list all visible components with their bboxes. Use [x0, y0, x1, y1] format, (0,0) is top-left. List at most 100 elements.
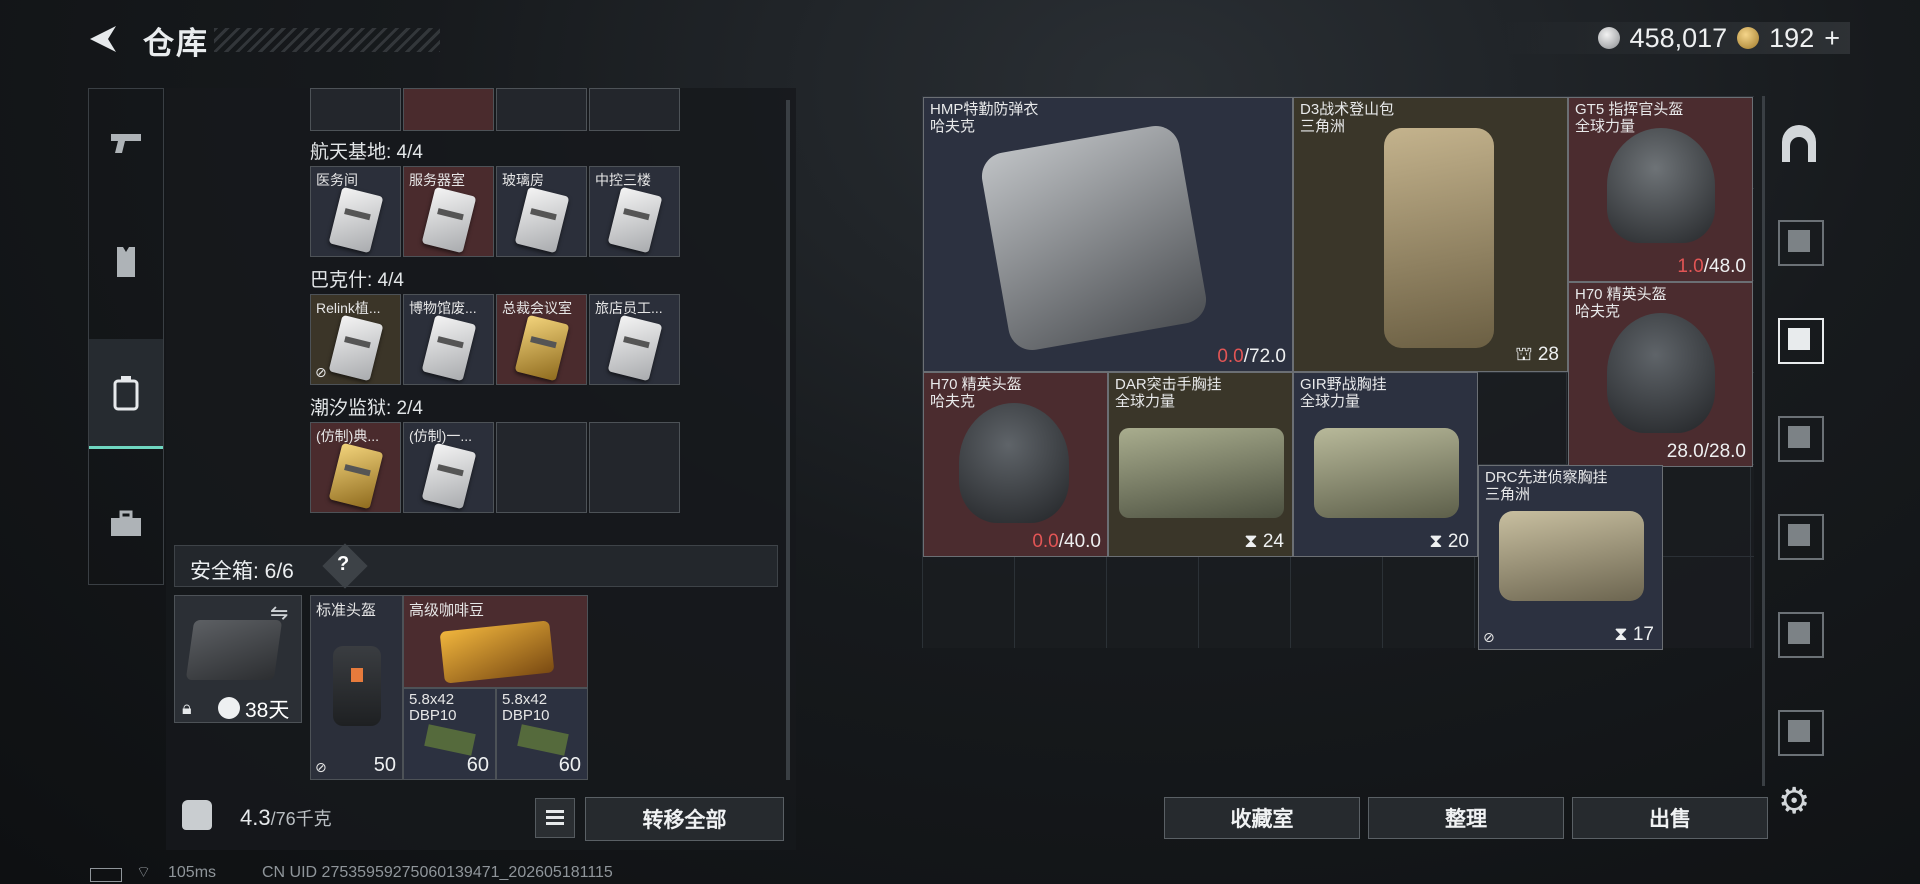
keycard-slot[interactable]: 博物馆废...: [403, 294, 494, 385]
storage-box-icon: [1788, 230, 1810, 252]
keycard-slot-empty[interactable]: [496, 422, 587, 513]
keycard-slot[interactable]: 服务器室: [403, 166, 494, 257]
keycard-slot[interactable]: [310, 88, 401, 131]
stash-item-helmet[interactable]: H70 精英头盔 哈夫克 28.0/28.0: [1568, 282, 1753, 467]
silver-coin-amount: 458,017: [1629, 22, 1728, 53]
safebox-item-coffee[interactable]: 高级咖啡豆: [403, 595, 588, 688]
helmet-icon: [333, 646, 381, 726]
no-lock-icon: ⊘: [315, 364, 327, 380]
gold-coin-icon: [1737, 27, 1760, 49]
stash-tab[interactable]: [1778, 220, 1824, 266]
chest-rig-image: [1499, 511, 1644, 601]
stash-item-vest[interactable]: HMP特勤防弹衣 哈夫克 0.0/72.0: [923, 97, 1293, 372]
sort-button[interactable]: 整理: [1368, 797, 1564, 839]
keycard-slot[interactable]: 旅店员工...: [589, 294, 680, 385]
keycard-icon: [421, 442, 477, 510]
keycard-slot-empty[interactable]: [589, 422, 680, 513]
stash-tab[interactable]: [1778, 612, 1824, 658]
coffee-bag-icon: [439, 620, 555, 684]
add-currency-button[interactable]: +: [1824, 23, 1840, 54]
no-lock-icon: ⊘: [1483, 629, 1495, 645]
keycard-icon: [328, 442, 384, 510]
stash-tab[interactable]: [1778, 514, 1824, 560]
settings-gear-icon[interactable]: ⚙: [1778, 780, 1810, 822]
keycard-slot[interactable]: [496, 88, 587, 131]
stash-tab[interactable]: [1778, 710, 1824, 756]
stash-item-chest-rig[interactable]: DAR突击手胸挂 全球力量 ⧗ 24: [1108, 372, 1293, 557]
durability: 28.0/28.0: [1666, 441, 1746, 462]
keycard-slot[interactable]: Relink植... ⊘: [310, 294, 401, 385]
durability: 0.0/40.0: [1032, 531, 1101, 552]
backpack-image: [1384, 128, 1494, 348]
durability: 1.0/48.0: [1677, 256, 1746, 277]
helmet-image: [959, 403, 1069, 523]
safebox-item-ammo[interactable]: 5.8x42 DBP10 60: [403, 688, 496, 780]
collection-button[interactable]: 收藏室: [1164, 797, 1360, 839]
stash-item-chest-rig[interactable]: GIR野战胸挂 全球力量 ⧗ 20: [1293, 372, 1478, 557]
item-name: DRC先进侦察胸挂 三角洲: [1485, 469, 1608, 503]
keycard-icon: [328, 186, 384, 254]
helmet-image: [1607, 128, 1715, 243]
keycard-slot[interactable]: 中控三楼: [589, 166, 680, 257]
item-name: HMP特勤防弹衣 哈夫克: [930, 101, 1039, 135]
scrollbar[interactable]: [786, 100, 790, 780]
safebox-item-helmet[interactable]: 标准头盔 ⊘ 50: [310, 595, 403, 780]
safebox-item-ammo[interactable]: 5.8x42 DBP10 60: [496, 688, 588, 780]
keycard-icon: [421, 314, 477, 382]
capacity-stat: ⧗ 24: [1244, 531, 1284, 552]
item-name: 高级咖啡豆: [409, 602, 485, 619]
no-lock-icon: ⊘: [315, 759, 327, 775]
title-decoration: [214, 28, 440, 52]
item-name: 博物馆废...: [409, 300, 477, 316]
keycard-slot[interactable]: (仿制)一...: [403, 422, 494, 513]
swap-icon[interactable]: ⇋: [270, 600, 288, 626]
stash-item-chest-rig[interactable]: DRC先进侦察胸挂 三角洲 ⊘ ⧗ 17: [1478, 465, 1663, 650]
vest-icon: [117, 247, 135, 277]
battery-icon: [90, 868, 122, 882]
stash-item-backpack[interactable]: D3战术登山包 三角洲 ⛫ 28: [1293, 97, 1568, 372]
keycard-slot[interactable]: 总裁会议室: [496, 294, 587, 385]
stash-scrollbar[interactable]: [1762, 96, 1765, 786]
toolbox-category-button[interactable]: [89, 469, 163, 579]
chest-rig-image: [1314, 428, 1459, 518]
armor-stat: 50: [373, 754, 396, 776]
keycard-icon: [514, 314, 570, 382]
keycard-slot[interactable]: 玻璃房: [496, 166, 587, 257]
item-name: D3战术登山包 三角洲: [1300, 101, 1395, 135]
item-name: 5.8x42 DBP10: [502, 691, 550, 724]
keycard-slot[interactable]: 医务间: [310, 166, 401, 257]
vest-category-button[interactable]: [89, 207, 163, 317]
keycard-slot[interactable]: [403, 88, 494, 131]
sell-button[interactable]: 出售: [1572, 797, 1768, 839]
backpack-category-button[interactable]: [89, 339, 163, 449]
backpack-icon: [113, 375, 139, 410]
item-name: Relink植...: [316, 300, 381, 316]
storage-box-icon: [1788, 426, 1810, 448]
list-view-button[interactable]: [535, 798, 575, 838]
safebox-case-icon: [185, 620, 283, 680]
keycard-slot[interactable]: [589, 88, 680, 131]
carry-weight: 4.3/76千克: [240, 805, 332, 831]
back-icon[interactable]: [86, 22, 120, 56]
stash-tab[interactable]: [1778, 416, 1824, 462]
stash-item-helmet[interactable]: H70 精英头盔 哈夫克 0.0/40.0: [923, 372, 1108, 557]
stash-tab-home[interactable]: [1776, 122, 1822, 168]
item-name: DAR突击手胸挂 全球力量: [1115, 376, 1222, 410]
storage-box-icon: [1788, 622, 1810, 644]
weapon-category-button[interactable]: [89, 89, 163, 199]
stash-tab-active[interactable]: [1778, 318, 1824, 364]
transfer-all-button[interactable]: 转移全部: [585, 797, 784, 841]
storage-box-icon: [1788, 524, 1810, 546]
safebox-title: 安全箱: 6/6: [190, 560, 294, 583]
gold-coin-amount: 192: [1769, 22, 1815, 53]
item-name: 玻璃房: [502, 172, 544, 188]
keycard-group-label: 潮汐监狱: 2/4: [310, 398, 423, 419]
keycard-icon: [607, 186, 663, 254]
item-name: 旅店员工...: [595, 300, 663, 316]
keycard-icon: [514, 186, 570, 254]
stash-item-helmet[interactable]: GT5 指挥官头盔 全球力量 1.0/48.0: [1568, 97, 1753, 282]
item-name: 总裁会议室: [502, 300, 572, 316]
capacity-stat: ⧗ 20: [1429, 531, 1469, 552]
keycard-icon: [328, 314, 384, 382]
keycard-slot[interactable]: (仿制)典...: [310, 422, 401, 513]
